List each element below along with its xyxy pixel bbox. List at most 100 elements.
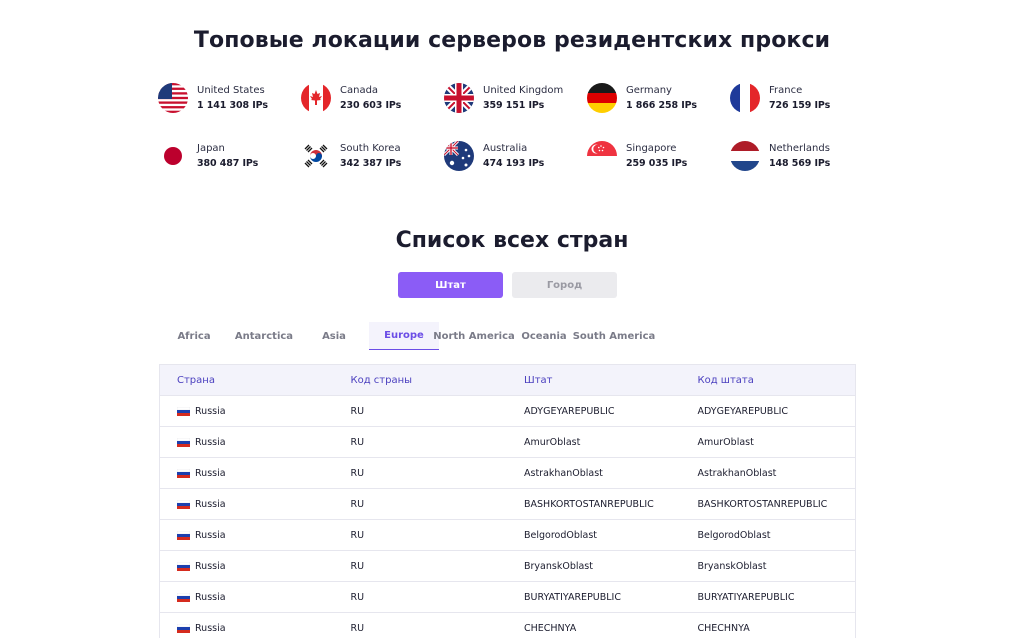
table-row: Russia RU AmurOblast AmurOblast [160, 427, 855, 458]
country-name: Russia [195, 591, 226, 603]
cell-country-code: RU [350, 622, 365, 634]
ru-flag-icon [177, 623, 190, 633]
cell-state: BASHKORTOSTANREPUBLIC [524, 498, 654, 510]
cell-country: Russia [160, 406, 334, 417]
tab-north-america[interactable]: North America [433, 322, 515, 350]
location-ip-count: 342 387 IPs [340, 158, 402, 169]
cell-country-code: RU [350, 529, 365, 541]
kr-flag-icon [301, 141, 331, 171]
country-name: Russia [195, 436, 226, 448]
location-item[interactable]: Singapore 259 035 IPs [587, 140, 730, 172]
location-name: South Korea [340, 143, 401, 154]
countries-table: Страна Код страны Штат Код штата Russia R… [159, 364, 856, 638]
location-item[interactable]: Netherlands 148 569 IPs [730, 140, 873, 172]
location-item[interactable]: United States 1 141 308 IPs [158, 82, 301, 114]
table-row: Russia RU AstrakhanOblast AstrakhanOblast [160, 458, 855, 489]
city-toggle-button[interactable]: Город [512, 272, 617, 298]
cell-state-code: AmurOblast [697, 436, 754, 448]
cell-state-code: BryanskOblast [697, 560, 767, 572]
state-toggle-button[interactable]: Штат [398, 272, 503, 298]
location-name: United States [197, 85, 265, 96]
table-row: Russia RU BelgorodOblast BelgorodOblast [160, 520, 855, 551]
tab-antarctica[interactable]: Antarctica [229, 322, 299, 350]
location-name: Australia [483, 143, 528, 154]
location-ip-count: 380 487 IPs [197, 158, 259, 169]
continent-tabs: Africa Antarctica Asia Europe North America O… [159, 322, 656, 350]
ru-flag-icon [177, 592, 190, 602]
nl-flag-icon [730, 141, 760, 171]
sg-flag-icon [587, 141, 617, 171]
location-ip-count: 1 866 258 IPs [626, 100, 697, 111]
location-ip-count: 474 193 IPs [483, 158, 545, 169]
location-name: Netherlands [769, 143, 830, 154]
location-item[interactable]: Australia 474 193 IPs [444, 140, 587, 172]
table-row: Russia RU BASHKORTOSTANREPUBLIC BASHKORTOST… [160, 489, 855, 520]
table-row: Russia RU CHECHNYA CHECHNYA [160, 613, 855, 638]
table-body: Russia RU ADYGEYAREPUBLIC ADYGEYAREPUBLIC Ru… [160, 396, 855, 638]
location-item[interactable]: South Korea 342 387 IPs [301, 140, 444, 172]
country-name: Russia [195, 498, 226, 510]
country-name: Russia [195, 529, 226, 541]
location-name: Singapore [626, 143, 677, 154]
location-ip-count: 148 569 IPs [769, 158, 831, 169]
cell-country: Russia [160, 468, 334, 479]
ru-flag-icon [177, 437, 190, 447]
top-locations-title: Топовые локации серверов резидентских пр… [193, 28, 831, 53]
table-row: Russia RU BURYATIYAREPUBLIC BURYATIYAREPUBL… [160, 582, 855, 613]
ru-flag-icon [177, 561, 190, 571]
cell-state-code: AstrakhanOblast [697, 467, 777, 479]
tab-europe[interactable]: Europe [369, 322, 439, 350]
location-item[interactable]: Canada 230 603 IPs [301, 82, 444, 114]
de-flag-icon [587, 83, 617, 113]
table-row: Russia RU ADYGEYAREPUBLIC ADYGEYAREPUBLIC [160, 396, 855, 427]
header-state-code[interactable]: Код штата [681, 375, 856, 386]
table-row: Russia RU BryanskOblast BryanskOblast [160, 551, 855, 582]
location-ip-count: 1 141 308 IPs [197, 100, 268, 111]
cell-state-code: BelgorodOblast [697, 529, 771, 541]
location-ip-count: 230 603 IPs [340, 100, 402, 111]
cell-country-code: RU [350, 405, 365, 417]
cell-country-code: RU [350, 560, 365, 572]
location-item[interactable]: France 726 159 IPs [730, 82, 873, 114]
cell-country: Russia [160, 623, 334, 634]
location-name: Germany [626, 85, 672, 96]
gb-flag-icon [444, 83, 474, 113]
location-name: France [769, 85, 803, 96]
fr-flag-icon [730, 83, 760, 113]
cell-country-code: RU [350, 591, 365, 603]
country-name: Russia [195, 405, 226, 417]
cell-country: Russia [160, 437, 334, 448]
cell-country: Russia [160, 561, 334, 572]
location-ip-count: 259 035 IPs [626, 158, 688, 169]
location-name: Canada [340, 85, 379, 96]
tab-oceania[interactable]: Oceania [509, 322, 579, 350]
cell-state: CHECHNYA [524, 622, 577, 634]
cell-state: AmurOblast [524, 436, 581, 448]
header-country-code[interactable]: Код страны [334, 375, 508, 386]
ru-flag-icon [177, 468, 190, 478]
tab-south-america[interactable]: South America [573, 322, 656, 350]
table-header: Страна Код страны Штат Код штата [160, 365, 855, 396]
cell-state: BelgorodOblast [524, 529, 598, 541]
header-country[interactable]: Страна [160, 375, 334, 386]
au-flag-icon [444, 141, 474, 171]
jp-flag-icon [158, 141, 188, 171]
location-item[interactable]: Germany 1 866 258 IPs [587, 82, 730, 114]
country-name: Russia [195, 622, 226, 634]
location-item[interactable]: Japan 380 487 IPs [158, 140, 301, 172]
tab-asia[interactable]: Asia [299, 322, 369, 350]
tab-africa[interactable]: Africa [159, 322, 229, 350]
header-state[interactable]: Штат [507, 375, 681, 386]
ru-flag-icon [177, 530, 190, 540]
location-name: United Kingdom [483, 85, 564, 96]
cell-state: BURYATIYAREPUBLIC [524, 591, 621, 603]
country-list-title: Список всех стран [395, 228, 629, 253]
cell-state-code: BASHKORTOSTANREPUBLIC [697, 498, 828, 510]
cell-country-code: RU [350, 498, 365, 510]
cell-country: Russia [160, 499, 334, 510]
cell-state: ADYGEYAREPUBLIC [524, 405, 615, 417]
location-item[interactable]: United Kingdom 359 151 IPs [444, 82, 587, 114]
location-ip-count: 359 151 IPs [483, 100, 545, 111]
country-name: Russia [195, 467, 226, 479]
cell-state-code: ADYGEYAREPUBLIC [697, 405, 789, 417]
